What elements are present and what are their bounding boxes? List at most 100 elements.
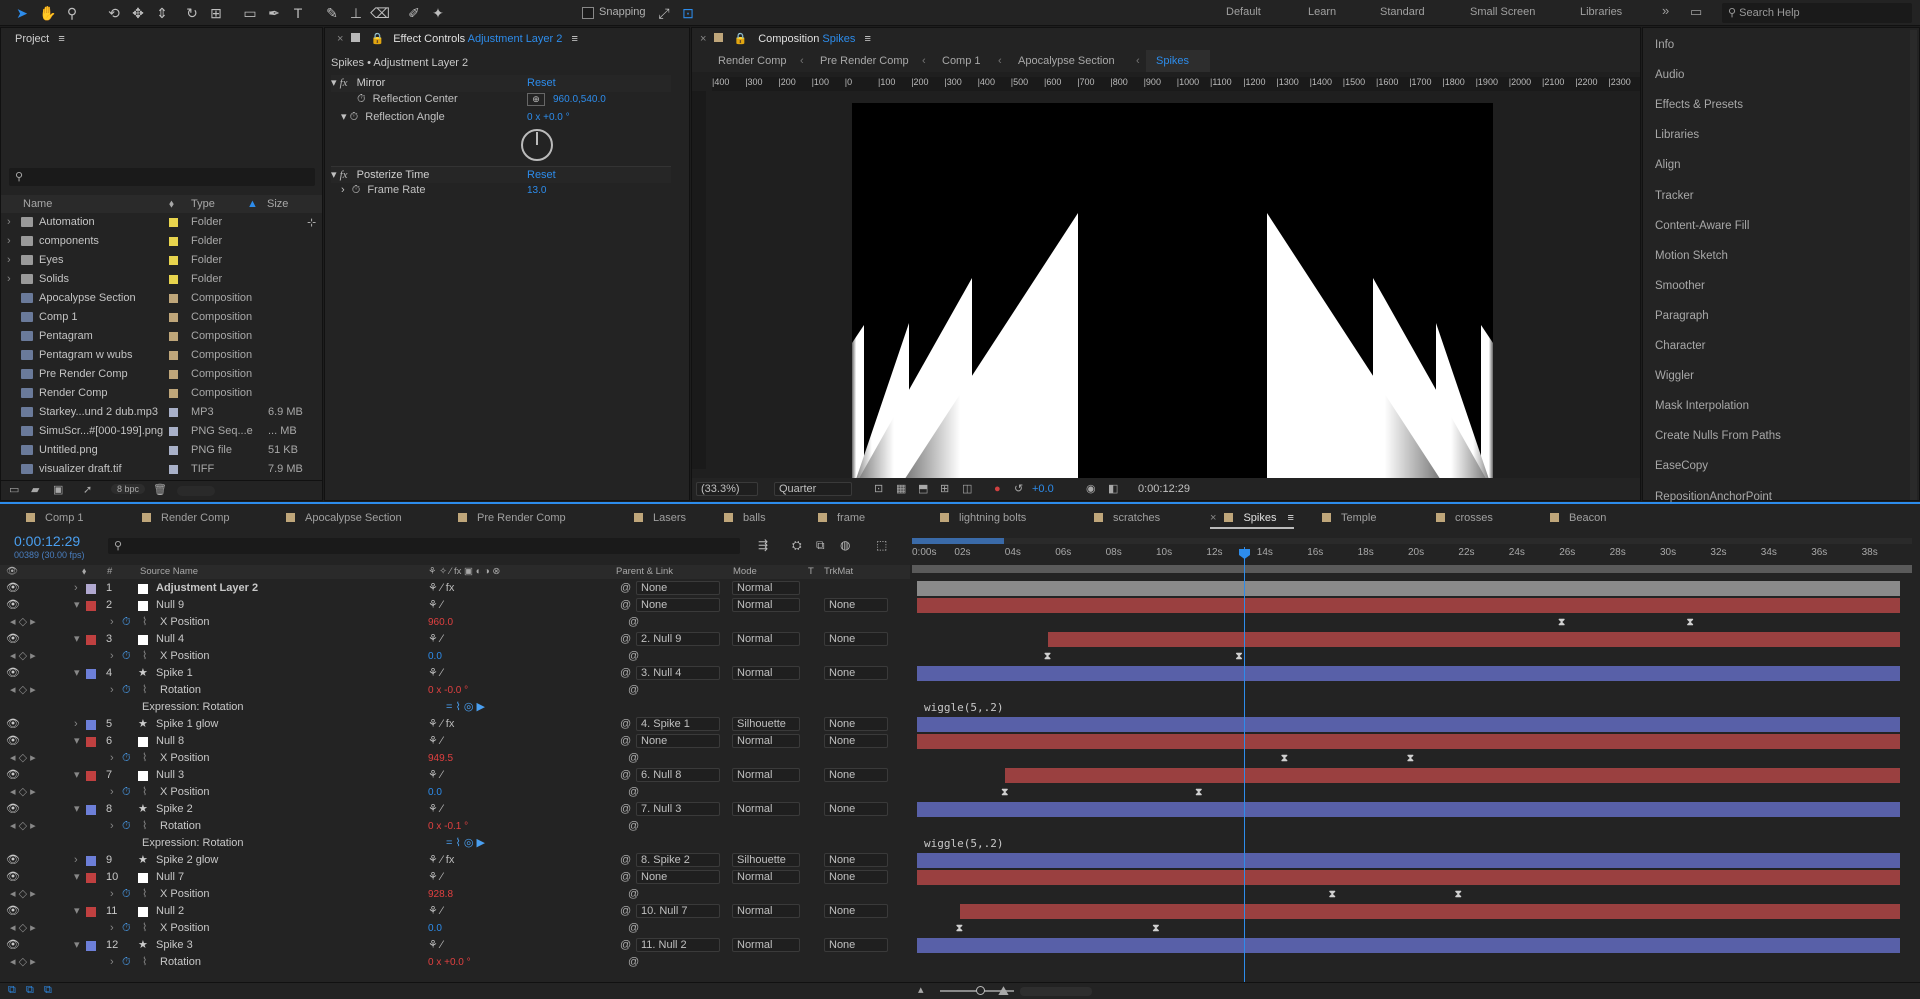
layer-switches-icons[interactable]: ⚘ ⁄ bbox=[428, 767, 443, 784]
pick-whip-icon[interactable]: @ bbox=[628, 682, 639, 699]
stopwatch-icon[interactable]: ⏱ bbox=[122, 954, 131, 971]
layer-switches-icons[interactable]: ⚘ ⁄ bbox=[428, 937, 443, 954]
expression-row[interactable]: Expression: Rotation = ⌇ ◎ ▶ wiggle(5,.2) bbox=[0, 699, 1003, 716]
expand-icon[interactable]: › bbox=[110, 682, 114, 699]
pick-whip-icon[interactable]: @ bbox=[620, 801, 631, 818]
mode-dropdown[interactable]: Normal bbox=[732, 666, 800, 680]
property-value[interactable]: 928.8 bbox=[428, 886, 453, 903]
search-help-input[interactable]: ⚲ Search Help bbox=[1722, 3, 1912, 23]
keyframe-nav-icon[interactable]: ◂ ◇ ▸ bbox=[10, 750, 36, 767]
roto-brush-tool-icon[interactable]: ✐ bbox=[404, 3, 424, 23]
layer-switches-icons[interactable]: ⚘ ⁄ bbox=[428, 733, 443, 750]
layer-name[interactable]: Spike 2 glow bbox=[156, 852, 218, 869]
property-value[interactable]: 0 x +0.0 ° bbox=[428, 954, 471, 971]
label-swatch[interactable] bbox=[169, 465, 178, 474]
label-swatch[interactable] bbox=[86, 856, 96, 866]
layer-row[interactable]: 👁 ▾ 12 ★ Spike 3 ⚘ ⁄ @11. Null 2 Normal None bbox=[0, 937, 1900, 954]
project-search-input[interactable]: ⚲ bbox=[9, 168, 315, 186]
label-swatch[interactable] bbox=[86, 584, 96, 594]
pick-whip-icon[interactable]: @ bbox=[628, 886, 639, 903]
project-item[interactable]: › Eyes Folder bbox=[1, 251, 321, 270]
parent-dropdown[interactable]: 8. Spike 2 bbox=[636, 853, 720, 867]
breadcrumb-pre-render-comp[interactable]: Pre Render Comp bbox=[820, 50, 909, 72]
stopwatch-icon[interactable]: ⏱ bbox=[122, 682, 131, 699]
expand-icon[interactable]: › bbox=[7, 270, 11, 289]
expand-icon[interactable]: › bbox=[110, 920, 114, 937]
timeline-tab-crosses[interactable]: crosses bbox=[1436, 507, 1493, 529]
property-value[interactable]: 0.0 bbox=[428, 784, 442, 801]
keyframe-icon[interactable]: ⧗ bbox=[1236, 648, 1243, 665]
timeline-tab-lightning-bolts[interactable]: lightning bolts bbox=[940, 507, 1026, 529]
pick-whip-icon[interactable]: @ bbox=[620, 597, 631, 614]
project-item[interactable]: › Automation Folder bbox=[1, 213, 321, 232]
keyframe-icon[interactable]: ⧗ bbox=[1455, 886, 1462, 903]
pan-behind-tool-icon[interactable]: ⊞ bbox=[206, 3, 226, 23]
panel-easecopy[interactable]: EaseCopy bbox=[1655, 451, 1905, 481]
trkmat-dropdown[interactable]: None bbox=[824, 768, 888, 782]
pick-whip-icon[interactable]: @ bbox=[628, 784, 639, 801]
expand-icon[interactable]: › bbox=[110, 648, 114, 665]
eye-icon[interactable]: 👁 bbox=[6, 580, 20, 597]
trkmat-dropdown[interactable]: None bbox=[824, 870, 888, 884]
panel-libraries[interactable]: Libraries bbox=[1655, 120, 1905, 150]
workspace-default[interactable]: Default bbox=[1226, 6, 1261, 18]
collapse-icon[interactable]: ▾ bbox=[74, 767, 80, 784]
property-row[interactable]: ◂ ◇ ▸ › ⏱ ⌇ X Position 0.0 @ ⧗ ⧗ bbox=[0, 784, 1202, 801]
layer-name[interactable]: Null 7 bbox=[156, 869, 184, 886]
label-swatch[interactable] bbox=[86, 669, 96, 679]
keyframe-nav-icon[interactable]: ◂ ◇ ▸ bbox=[10, 784, 36, 801]
angle-dial[interactable] bbox=[521, 129, 553, 161]
layer-name[interactable]: Null 3 bbox=[156, 767, 184, 784]
pick-whip-icon[interactable]: @ bbox=[620, 733, 631, 750]
layer-switches-icons[interactable]: ⚘ ⁄ bbox=[428, 869, 443, 886]
label-swatch[interactable] bbox=[169, 408, 178, 417]
timeline-tab-frame[interactable]: frame bbox=[818, 507, 865, 529]
project-flowchart-icon[interactable]: ⊹ bbox=[307, 216, 316, 229]
layer-switches-icons[interactable]: ⚘ ⁄ fx bbox=[428, 716, 454, 733]
pick-whip-icon[interactable]: @ bbox=[620, 716, 631, 733]
composition-tab[interactable]: × 🔒 Composition Spikes ≡ bbox=[692, 28, 1640, 50]
expand-icon[interactable]: › bbox=[110, 784, 114, 801]
panel-info[interactable]: Info bbox=[1655, 30, 1905, 60]
expression-text[interactable]: wiggle(5,.2) bbox=[924, 699, 1003, 716]
parent-dropdown[interactable]: 11. Null 2 bbox=[636, 938, 720, 952]
time-ruler[interactable]: 0:00s 02s 04s 06s 08s 10s 12s 14s 16s 18s 20s 22s 24… bbox=[912, 547, 1912, 563]
project-item[interactable]: › Solids Folder bbox=[1, 270, 321, 289]
eye-icon[interactable]: 👁 bbox=[6, 852, 20, 869]
pick-whip-icon[interactable]: @ bbox=[620, 937, 631, 954]
project-scrollbar[interactable] bbox=[177, 486, 215, 496]
workspace-learn[interactable]: Learn bbox=[1308, 6, 1336, 18]
panel-wiggler[interactable]: Wiggler bbox=[1655, 361, 1905, 391]
pick-whip-icon[interactable]: @ bbox=[620, 869, 631, 886]
panel-paragraph[interactable]: Paragraph bbox=[1655, 301, 1905, 331]
expand-icon[interactable]: › bbox=[74, 852, 78, 869]
parent-dropdown[interactable]: 6. Null 8 bbox=[636, 768, 720, 782]
label-swatch[interactable] bbox=[169, 370, 178, 379]
property-row[interactable]: ◂ ◇ ▸ › ⏱ ⌇ Rotation 0 x -0.1 ° @ bbox=[0, 818, 912, 835]
expression-controls-icon[interactable]: = ⌇ ◎ ▶ bbox=[446, 699, 485, 716]
trkmat-dropdown[interactable]: None bbox=[824, 802, 888, 816]
keyframe-icon[interactable]: ⧗ bbox=[1407, 750, 1414, 767]
composition-timecode[interactable]: 0:00:12:29 bbox=[1138, 478, 1190, 500]
property-value[interactable]: 0.0 bbox=[428, 648, 442, 665]
stopwatch-icon[interactable]: ⏱ bbox=[122, 818, 131, 835]
keyframe-nav-icon[interactable]: ◂ ◇ ▸ bbox=[10, 954, 36, 971]
expand-icon[interactable]: › bbox=[7, 213, 11, 232]
rotate-tool-icon[interactable]: ↻ bbox=[182, 3, 202, 23]
project-panel-title[interactable]: Project ≡ bbox=[1, 28, 322, 50]
eye-icon[interactable]: 👁 bbox=[6, 631, 20, 648]
label-swatch[interactable] bbox=[169, 351, 178, 360]
property-value[interactable]: 0 x -0.0 ° bbox=[428, 682, 468, 699]
timeline-tab-apocalypse-section[interactable]: Apocalypse Section bbox=[286, 507, 402, 529]
transparency-grid-icon[interactable]: ▦ bbox=[896, 478, 906, 500]
mask-visibility-icon[interactable]: ⬒ bbox=[918, 478, 928, 500]
panel-create-nulls-from-paths[interactable]: Create Nulls From Paths bbox=[1655, 421, 1905, 451]
mode-dropdown[interactable]: Normal bbox=[732, 598, 800, 612]
workspace-libraries[interactable]: Libraries bbox=[1580, 6, 1622, 18]
posterize-time-row[interactable]: ▾ fx Posterize Time Reset bbox=[331, 166, 671, 183]
graph-icon[interactable]: ⌇ bbox=[142, 886, 147, 903]
layer-row[interactable]: 👁 › 1 Adjustment Layer 2 ⚘ ⁄ fx @ None Normal bbox=[0, 580, 1900, 597]
eye-icon[interactable]: 👁 bbox=[6, 937, 20, 954]
composition-viewer[interactable] bbox=[852, 103, 1493, 491]
label-swatch[interactable] bbox=[86, 941, 96, 951]
